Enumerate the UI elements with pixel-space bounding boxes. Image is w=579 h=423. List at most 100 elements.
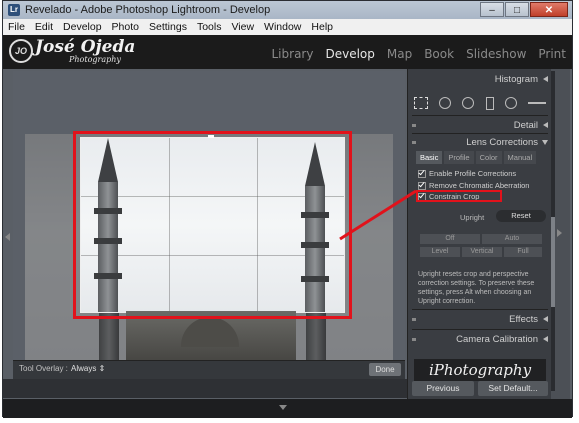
module-picker: Library Develop Map Book Slideshow Print (272, 47, 567, 61)
right-panel-toggle-icon[interactable] (557, 229, 562, 237)
right-panel: Histogram Detail Lens Corrections Basic … (407, 69, 552, 399)
spot-removal-icon[interactable] (439, 97, 452, 109)
minaret-balcony (94, 208, 122, 214)
checkbox-icon (418, 170, 426, 179)
menu-bar: File Edit Develop Photo Settings Tools V… (3, 19, 572, 36)
minaret-balcony (301, 212, 329, 218)
previous-button[interactable]: Previous (412, 381, 474, 396)
develop-tool-strip (414, 96, 546, 110)
lightroom-app-icon: Lr (8, 4, 20, 16)
crop-handle-top[interactable] (208, 135, 214, 138)
menu-develop[interactable]: Develop (58, 19, 107, 35)
minaret-balcony (94, 273, 122, 279)
menu-edit[interactable]: Edit (30, 19, 58, 35)
left-minaret (98, 182, 118, 312)
upright-note: Upright resets crop and perspective corr… (418, 271, 535, 305)
panel-switch-icon[interactable] (412, 141, 416, 144)
minaret-balcony (301, 242, 329, 248)
graduated-filter-icon[interactable] (485, 96, 494, 110)
upright-label: Upright (460, 213, 485, 222)
menu-view[interactable]: View (226, 19, 259, 35)
maximize-button[interactable]: □ (505, 2, 529, 17)
collapse-arrow-icon (542, 140, 548, 145)
tool-overlay-select[interactable]: Always ⇕ (71, 364, 105, 373)
filmstrip-bar (3, 399, 572, 418)
effects-header[interactable]: Effects (408, 311, 552, 327)
tab-manual[interactable]: Manual (503, 151, 537, 164)
enable-profile-corrections-checkbox[interactable]: Enable Profile Corrections (418, 169, 517, 179)
expand-arrow-icon (543, 122, 548, 128)
crop-overlay-icon[interactable] (414, 97, 428, 109)
adjustment-brush-icon[interactable] (527, 102, 546, 104)
menu-window[interactable]: Window (259, 19, 306, 35)
identity-subtitle: Photography (69, 55, 121, 64)
histogram-header[interactable]: Histogram (408, 71, 552, 87)
menu-file[interactable]: File (3, 19, 30, 35)
panel-switch-icon[interactable] (412, 338, 416, 341)
camera-calibration-header[interactable]: Camera Calibration (408, 331, 552, 347)
minaret-balcony (301, 276, 329, 282)
title-bar: Lr Revelado - Adobe Photoshop Lightroom … (3, 1, 572, 20)
effects-title: Effects (509, 314, 538, 325)
left-panel-toggle-icon[interactable] (5, 233, 10, 241)
upright-level-button[interactable]: Level (420, 247, 460, 257)
menu-tools[interactable]: Tools (192, 19, 227, 35)
upright-full-button[interactable]: Full (504, 247, 542, 257)
minimize-button[interactable]: – (480, 2, 504, 17)
panel-divider (412, 329, 548, 330)
menu-settings[interactable]: Settings (144, 19, 192, 35)
checkbox-label: Remove Chromatic Aberration (429, 181, 530, 190)
detail-title: Detail (513, 120, 538, 131)
lightroom-window: Lr Revelado - Adobe Photoshop Lightroom … (2, 0, 573, 418)
upright-vertical-button[interactable]: Vertical (462, 247, 502, 257)
checkbox-icon (418, 182, 426, 191)
panel-divider (412, 115, 548, 116)
tab-profile[interactable]: Profile (444, 151, 474, 164)
module-develop[interactable]: Develop (325, 47, 374, 61)
module-slideshow[interactable]: Slideshow (466, 47, 526, 61)
right-minaret (305, 186, 325, 312)
tab-color[interactable]: Color (475, 151, 502, 164)
minaret-balcony (94, 238, 122, 244)
lens-corrections-title: Lens Corrections (466, 137, 538, 148)
left-spire (98, 138, 118, 182)
checkbox-label: Enable Profile Corrections (429, 169, 517, 178)
tab-basic[interactable]: Basic (416, 151, 443, 164)
panel-scrollbar-thumb[interactable] (551, 217, 555, 307)
histogram-title: Histogram (494, 74, 538, 85)
set-default-button[interactable]: Set Default... (478, 381, 548, 396)
logo-mark: JO (9, 39, 33, 63)
photo-canvas[interactable]: Tool Overlay : Always ⇕ Done (13, 71, 405, 379)
radial-filter-icon[interactable] (504, 97, 517, 109)
crop-toolbar: Tool Overlay : Always ⇕ Done (13, 360, 405, 379)
crop-area[interactable] (80, 137, 345, 313)
menu-help[interactable]: Help (306, 19, 338, 35)
panel-switch-icon[interactable] (412, 318, 416, 321)
red-eye-icon[interactable] (462, 97, 475, 109)
module-map[interactable]: Map (387, 47, 412, 61)
close-button[interactable]: ✕ (530, 2, 568, 17)
lower-canvas-strip (3, 379, 407, 398)
remove-chromatic-aberration-checkbox[interactable]: Remove Chromatic Aberration (418, 181, 530, 191)
upright-auto-button[interactable]: Auto (482, 234, 542, 244)
menu-photo[interactable]: Photo (107, 19, 144, 35)
upright-off-button[interactable]: Off (420, 234, 480, 244)
window-title: Revelado - Adobe Photoshop Lightroom - D… (25, 4, 271, 16)
lens-corrections-header[interactable]: Lens Corrections (408, 134, 552, 150)
crop-grid-line (257, 138, 258, 312)
filmstrip-toggle-icon[interactable] (279, 405, 287, 410)
module-print[interactable]: Print (538, 47, 566, 61)
lens-corrections-tabs: Basic Profile Color Manual (416, 151, 537, 164)
upright-reset-button[interactable]: Reset (496, 210, 546, 222)
panel-divider (412, 309, 548, 310)
module-library[interactable]: Library (272, 47, 314, 61)
done-button[interactable]: Done (369, 363, 401, 376)
module-book[interactable]: Book (424, 47, 454, 61)
panel-switch-icon[interactable] (412, 124, 416, 127)
camera-calibration-title: Camera Calibration (456, 334, 538, 345)
iphotography-watermark: iPhotography (414, 359, 546, 381)
detail-header[interactable]: Detail (408, 117, 552, 133)
identity-plate: JO José Ojeda Photography Library Develo… (3, 35, 572, 69)
crop-grid-line (169, 138, 170, 312)
collapse-arrow-icon (543, 76, 548, 82)
